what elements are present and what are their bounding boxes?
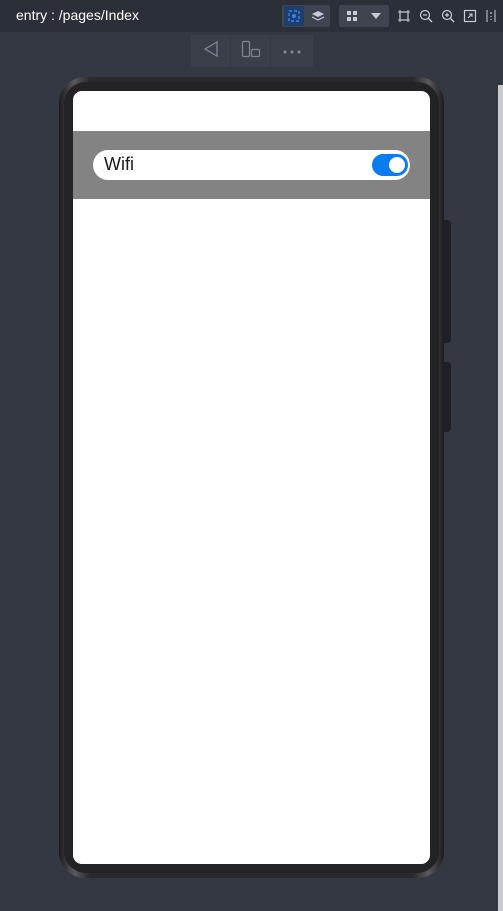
scrollbar[interactable]	[498, 85, 503, 911]
back-icon	[202, 40, 220, 63]
toggle-knob	[389, 157, 405, 173]
more-button[interactable]	[271, 35, 313, 67]
grid-view-button[interactable]	[341, 6, 363, 26]
volume-side-button[interactable]	[443, 220, 451, 343]
grid-icon	[346, 10, 358, 22]
page-path-title: entry : /pages/Index	[16, 7, 139, 23]
rotate-device-button[interactable]	[231, 35, 271, 67]
zoom-in-button[interactable]	[439, 6, 457, 26]
device-toolbar	[191, 35, 313, 67]
zoom-in-icon	[441, 9, 455, 23]
rotate-device-icon	[241, 40, 261, 63]
top-toolbar: entry : /pages/Index	[0, 0, 503, 32]
device-screen: Wifi	[73, 91, 430, 864]
previewer-window: entry : /pages/Index Wifi	[0, 0, 503, 911]
frame-icon	[397, 9, 411, 23]
layers-icon	[311, 9, 325, 23]
settings-band: Wifi	[73, 131, 430, 199]
inspect-icon	[287, 9, 301, 23]
ruler-icon	[485, 9, 497, 23]
view-mode-dropdown[interactable]	[365, 6, 387, 26]
wifi-setting-row[interactable]: Wifi	[93, 150, 410, 180]
wifi-toggle[interactable]	[372, 154, 408, 176]
fit-screen-icon	[463, 9, 477, 23]
zoom-out-icon	[419, 9, 433, 23]
layers-button[interactable]	[307, 6, 329, 26]
wifi-label: Wifi	[104, 154, 134, 174]
ruler-button[interactable]	[483, 6, 499, 26]
inspect-button[interactable]	[284, 6, 304, 26]
fit-screen-button[interactable]	[461, 6, 479, 26]
back-button[interactable]	[191, 35, 231, 67]
frame-button[interactable]	[395, 6, 413, 26]
more-icon	[282, 42, 302, 60]
dropdown-icon	[370, 12, 382, 20]
zoom-out-button[interactable]	[417, 6, 435, 26]
power-side-button[interactable]	[443, 362, 451, 432]
